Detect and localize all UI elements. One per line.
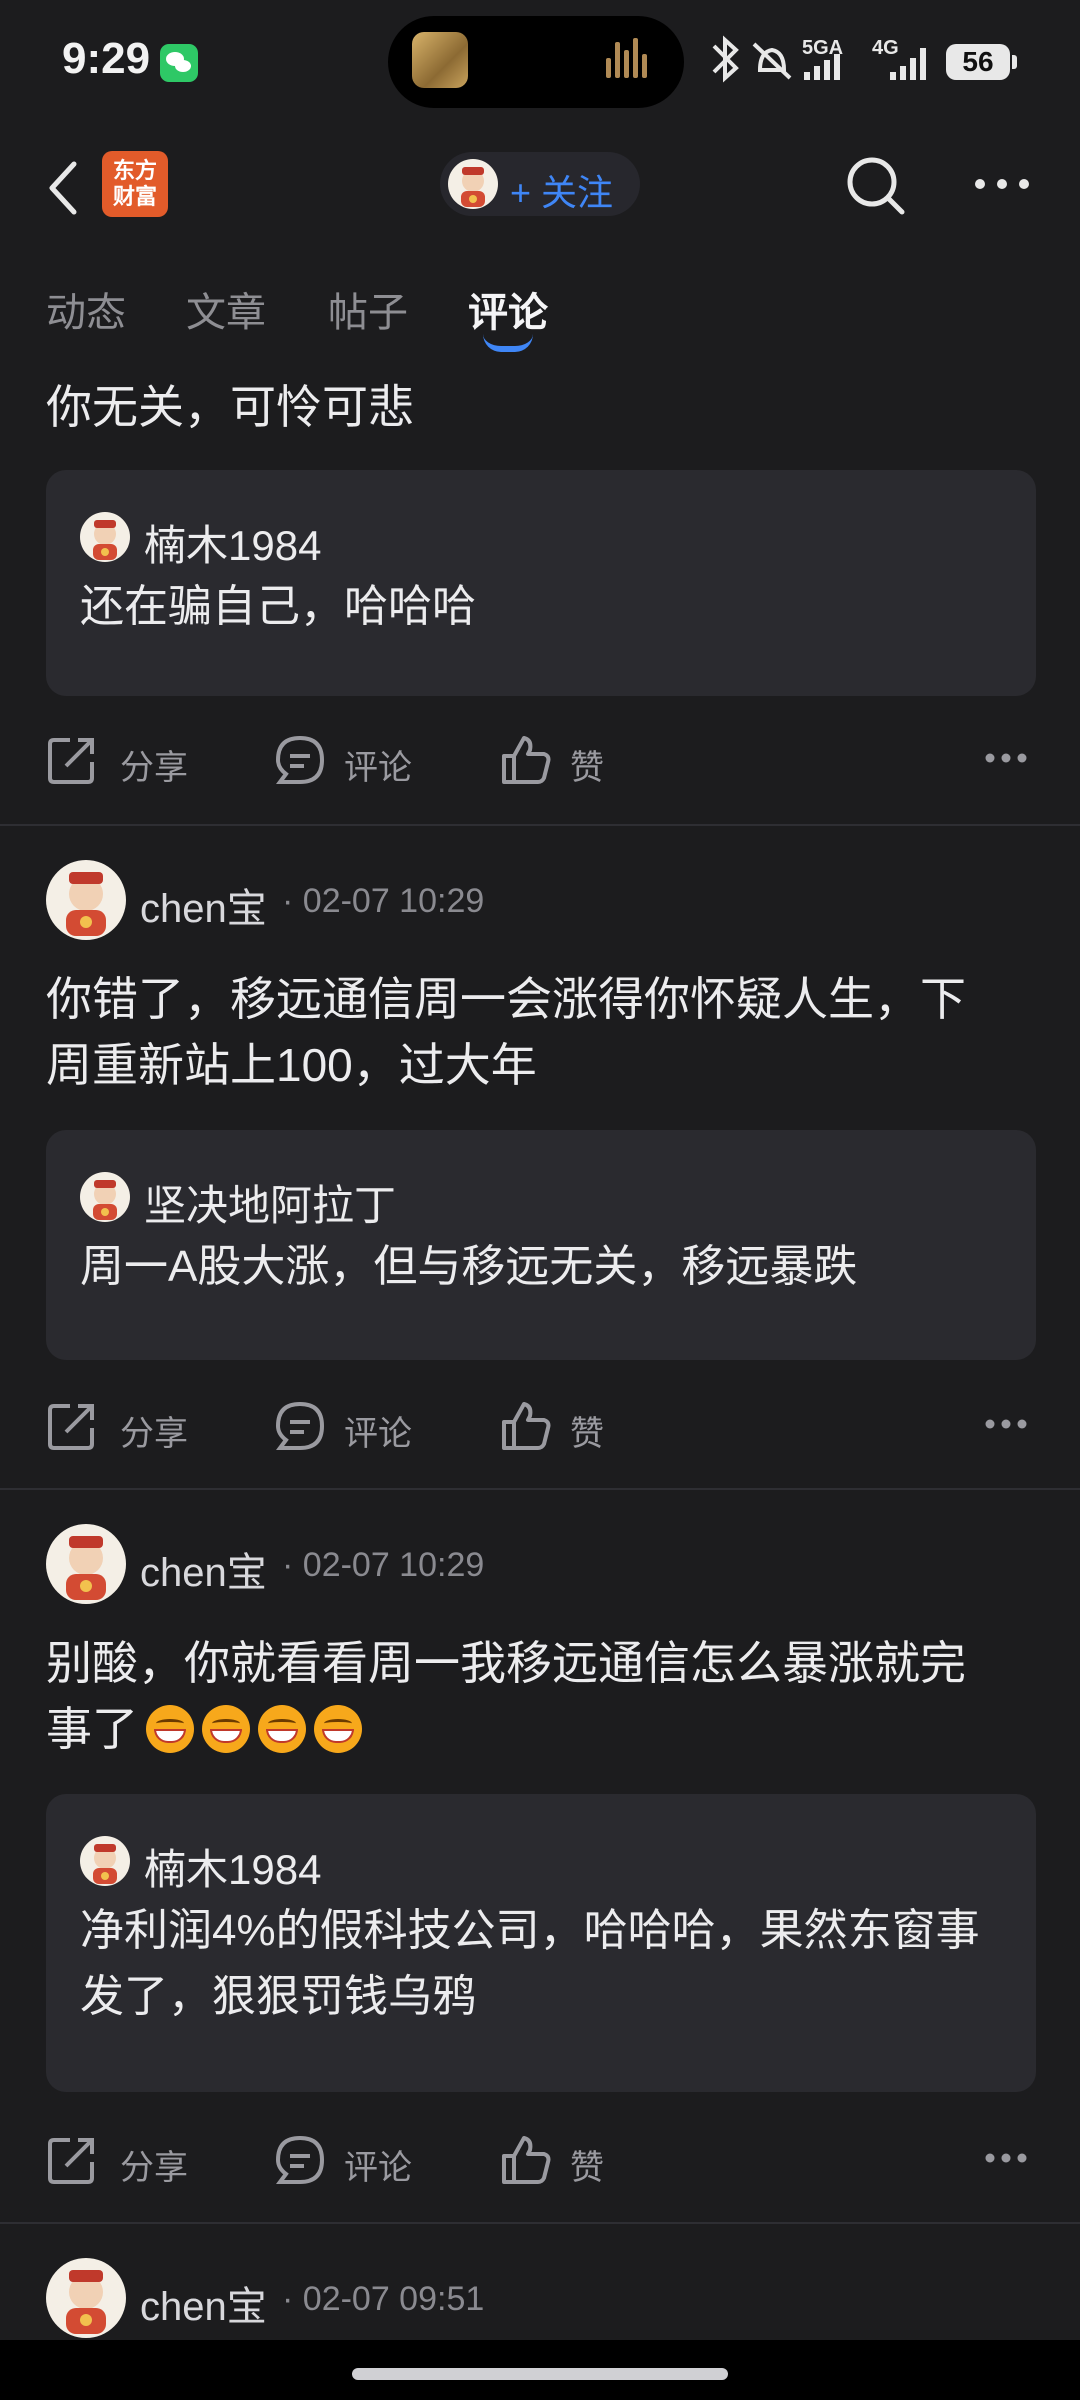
quoted-text-line-2: 发了，狠狠罚钱乌鸦 [80,1972,476,2021]
bluetooth-icon [712,35,739,83]
comment-text: 你无关，可怜可悲 [46,381,414,433]
avatar[interactable] [80,1172,130,1222]
action-bar: 分享 评论 赞 [0,2110,1080,2210]
tab-articles[interactable]: 文章 [186,280,266,338]
share-label: 分享 [120,749,188,787]
comment-icon [275,2135,325,2184]
thumbs-up-icon [502,2136,551,2184]
eastmoney-logo[interactable]: 东方 财富 [102,151,168,217]
active-tab-indicator [483,334,533,352]
more-options-icon[interactable] [984,1418,1028,1430]
comment-label: 评论 [344,2149,412,2187]
username[interactable]: chen宝 [140,876,267,934]
comment-text-line-2-text: 事了 [46,1703,138,1755]
timestamp-value: 02-07 10:29 [302,1546,485,1584]
grinning-emoji-icon [146,1705,194,1753]
profile-avatar [448,159,498,209]
follow-button[interactable]: + 关注 [440,152,640,216]
like-label: 赞 [570,1415,604,1453]
share-icon [48,1404,94,1450]
avatar[interactable] [46,2258,126,2338]
wechat-notification-icon [160,44,198,82]
quoted-username[interactable]: 楠木1984 [144,512,321,573]
avatar[interactable] [80,512,130,562]
share-label: 分享 [120,2149,188,2187]
mute-bell-icon [752,42,792,80]
status-bar: 9:29 5GA 4G 56 [0,0,1080,126]
comment-icon [275,1401,325,1450]
quoted-text: 还在骗自己，哈哈哈 [80,582,476,631]
action-bar: 分享 评论 赞 [0,710,1080,810]
quoted-text: 净利润4%的假科技公司，哈哈哈，果然东窗事 发了，狠狠罚钱乌鸦 [80,1898,1010,2030]
home-indicator[interactable] [352,2368,728,2380]
share-icon [48,738,94,784]
avatar[interactable] [46,860,126,940]
comment-label: 评论 [344,749,412,787]
battery-indicator: 56 [946,44,1017,80]
comment-text-line-1: 你错了，移远通信周一会涨得你怀疑人生，下 [46,973,966,1025]
comment-icon [275,735,325,784]
tab-dynamics[interactable]: 动态 [46,280,126,338]
more-options-icon[interactable] [984,752,1028,764]
quoted-text: 周一A股大涨，但与移远无关，移远暴跌 [80,1242,858,1291]
status-time: 9:29 [62,34,151,83]
tab-comments[interactable]: 评论 [468,280,548,338]
post-timestamp: · 02-07 10:29 [282,1546,485,1584]
avatar[interactable] [80,1836,130,1886]
quoted-reply-card[interactable]: 坚决地阿拉丁 周一A股大涨，但与移远无关，移远暴跌 [46,1130,1036,1360]
island-app-icon [412,32,468,88]
quoted-username[interactable]: 楠木1984 [144,1836,321,1897]
network-label-4g: 4G [872,37,899,59]
search-icon[interactable] [842,152,908,218]
grinning-emoji-icon [258,1705,306,1753]
timestamp-value: 02-07 09:51 [302,2280,485,2318]
quoted-text-line-1: 净利润4%的假科技公司，哈哈哈，果然东窗事 [80,1906,980,1955]
more-options-icon[interactable] [972,176,1032,192]
comment-text-line-2: 周重新站上100，过大年 [46,1039,537,1091]
post-timestamp: · 02-07 10:29 [282,882,485,920]
comment-label: 评论 [344,1415,412,1453]
avatar[interactable] [46,1524,126,1604]
thumbs-up-icon [502,736,551,784]
logo-line-1: 东方 [112,158,157,183]
follow-label: + 关注 [510,172,614,213]
divider [0,2222,1080,2224]
like-label: 赞 [570,2149,604,2187]
divider [0,824,1080,826]
username[interactable]: chen宝 [140,2274,267,2332]
tab-posts[interactable]: 帖子 [328,280,408,338]
grinning-emoji-icon [202,1705,250,1753]
back-arrow-icon[interactable] [44,158,84,218]
post-timestamp: · 02-07 09:51 [282,2280,485,2318]
profile-tabs: 动态 文章 帖子 评论 [0,268,1080,358]
comment-text-line-1: 别酸，你就看看周一我移远通信怎么暴涨就完 [46,1637,966,1689]
logo-line-2: 财富 [112,184,157,209]
share-label: 分享 [120,1415,188,1453]
quoted-reply-card[interactable]: 楠木1984 净利润4%的假科技公司，哈哈哈，果然东窗事 发了，狠狠罚钱乌鸦 [46,1794,1036,2092]
action-bar: 分享 评论 赞 [0,1376,1080,1476]
grinning-emoji-icon [314,1705,362,1753]
quoted-reply-card[interactable]: 楠木1984 还在骗自己，哈哈哈 [46,470,1036,696]
share-icon [48,2138,94,2184]
comment-text-line-2: 事了 [46,1696,362,1762]
top-nav-bar: 东方 财富 + 关注 [0,126,1080,246]
timestamp-value: 02-07 10:29 [302,882,485,920]
divider [0,1488,1080,1490]
like-label: 赞 [570,749,604,787]
username[interactable]: chen宝 [140,1540,267,1598]
more-options-icon[interactable] [984,2152,1028,2164]
quoted-username[interactable]: 坚决地阿拉丁 [144,1172,396,1233]
comment-feed[interactable]: 你无关，可怜可悲 楠木1984 还在骗自己，哈哈哈 分享 评论 赞 chen宝 … [0,360,1080,2340]
thumbs-up-icon [502,1402,551,1450]
audio-wave-icon [606,38,656,84]
